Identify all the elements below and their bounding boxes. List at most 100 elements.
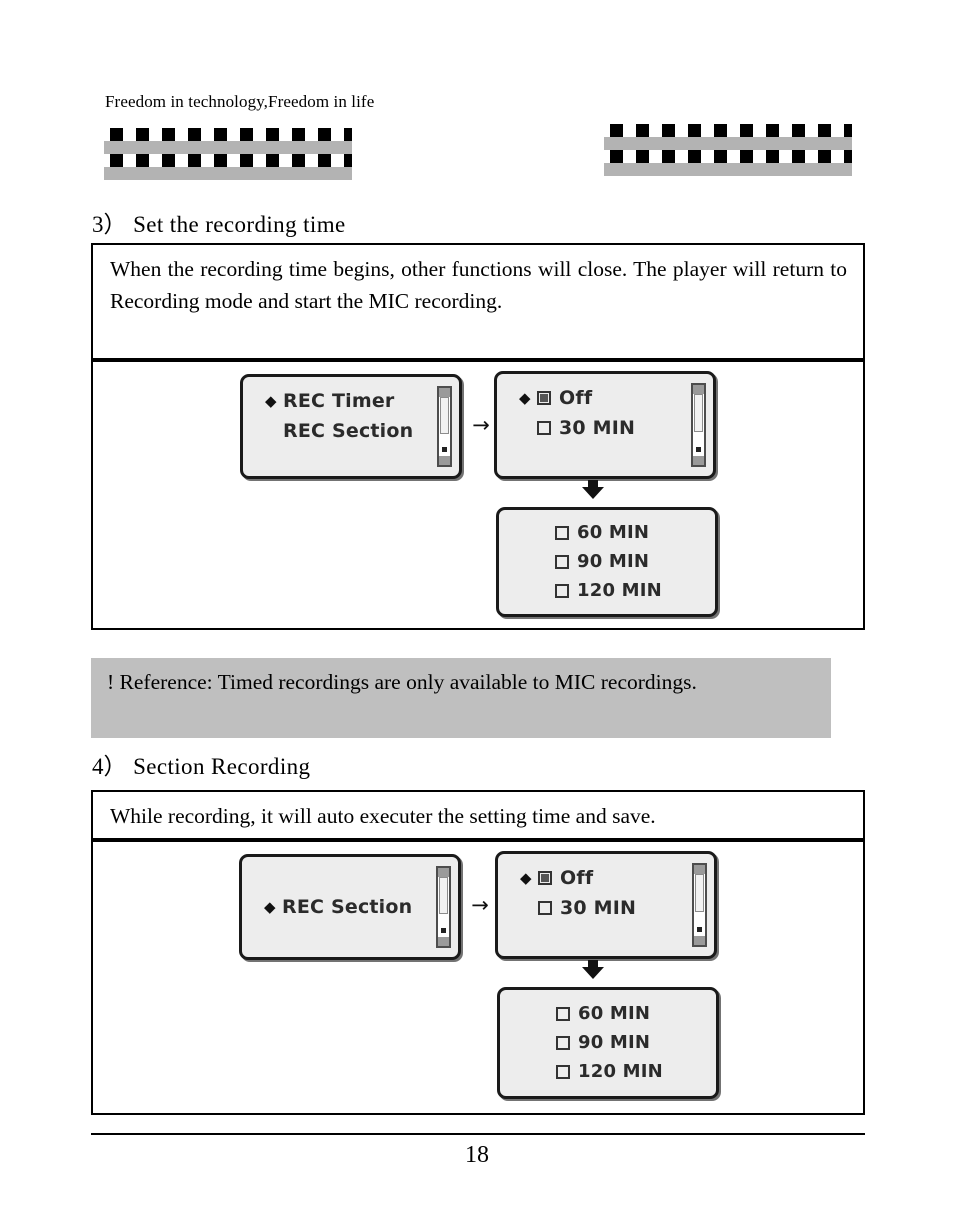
scroll-down-button[interactable] [439, 456, 450, 465]
scroll-track[interactable] [693, 394, 704, 456]
lcd-item-label: Off [559, 387, 593, 409]
checker-square [176, 141, 189, 154]
checkbox-unchecked-icon[interactable] [555, 554, 569, 569]
checker-square [306, 141, 319, 154]
checker-square [636, 150, 649, 163]
checker-square [293, 167, 306, 180]
scroll-thumb[interactable] [440, 397, 449, 434]
scroll-track[interactable] [439, 397, 450, 456]
checker-square [650, 163, 663, 176]
checker-square [754, 163, 767, 176]
lcd-line: ◆ Off [519, 383, 703, 413]
scroll-up-button[interactable] [438, 868, 449, 877]
scroll-track[interactable] [694, 874, 705, 936]
checker-square [818, 150, 831, 163]
lcd-line: 120 MIN [555, 576, 705, 605]
checker-square [162, 154, 175, 167]
checker-square [610, 150, 623, 163]
section-4-body: While recording, it will auto executer t… [110, 804, 656, 828]
checker-square [754, 137, 767, 150]
lcd-line: ◆ 30 MIN [520, 893, 704, 923]
checker-square [136, 128, 149, 141]
checker-square [806, 163, 819, 176]
checker-square [104, 167, 111, 180]
checker-square [741, 163, 754, 176]
checkbox-unchecked-icon[interactable] [555, 583, 569, 598]
checker-square [293, 141, 306, 154]
lcd-scrollbar[interactable] [692, 863, 707, 947]
checker-square [254, 141, 267, 154]
checker-row [104, 167, 352, 180]
checker-square [767, 137, 780, 150]
checker-square [266, 154, 279, 167]
checkbox-unchecked-icon[interactable] [556, 1064, 570, 1079]
checker-square [650, 137, 663, 150]
manual-page: Freedom in technology,Freedom in life 3）… [0, 0, 954, 1220]
checkbox-checked-icon[interactable] [537, 391, 551, 405]
checker-square [150, 141, 163, 154]
scroll-down-button[interactable] [438, 937, 449, 946]
lcd-item-label: REC Section [283, 420, 414, 442]
checker-square [624, 137, 637, 150]
section-paren-3: ） [103, 212, 127, 237]
checker-square [318, 128, 331, 141]
checker-square [228, 167, 241, 180]
scroll-down-button[interactable] [693, 456, 704, 465]
checker-square [845, 163, 852, 176]
checker-row [604, 124, 852, 137]
scroll-up-button[interactable] [439, 388, 450, 397]
scroll-thumb[interactable] [695, 874, 704, 913]
lcd-scrollbar[interactable] [437, 386, 452, 467]
selection-diamond-icon: ◆ [265, 391, 277, 410]
checker-square [241, 141, 254, 154]
section-title-4: Section Recording [133, 754, 311, 779]
checkbox-unchecked-icon[interactable] [538, 901, 552, 915]
checker-square [137, 141, 150, 154]
scroll-up-button[interactable] [693, 385, 704, 394]
checker-square [104, 141, 111, 154]
scroll-thumb[interactable] [439, 877, 448, 915]
section-3-body: When the recording time begins, other fu… [110, 257, 847, 313]
selection-diamond-placeholder-icon: ◆ [520, 901, 536, 916]
checker-square [110, 154, 123, 167]
checker-square [240, 128, 253, 141]
lcd-line: 120 MIN [556, 1057, 706, 1086]
checker-square [792, 124, 805, 137]
checker-square [215, 167, 228, 180]
lcd-line: 60 MIN [556, 999, 706, 1028]
scroll-down-button[interactable] [694, 936, 705, 945]
scroll-marker-icon [696, 447, 701, 452]
lcd-item-label: REC Section [282, 896, 413, 918]
lcd-scrollbar[interactable] [691, 383, 706, 467]
lcd-line: 90 MIN [555, 547, 705, 576]
checker-square [819, 163, 832, 176]
section-title-3: Set the recording time [133, 212, 346, 237]
scroll-up-button[interactable] [694, 865, 705, 874]
checker-square [280, 167, 293, 180]
lcd-line: ◆ REC Section [264, 892, 412, 922]
checkbox-unchecked-icon[interactable] [537, 421, 551, 435]
lcd-screen-options-3: ◆ Off ◆ 30 MIN [494, 371, 716, 479]
checker-square [214, 154, 227, 167]
checker-square [845, 137, 852, 150]
flow-arrow-right-icon: → [471, 893, 489, 917]
checker-square [344, 128, 352, 141]
lcd-content-4-options: ◆ Off ◆ 30 MIN [498, 854, 714, 956]
checker-square [766, 124, 779, 137]
checkbox-unchecked-icon[interactable] [556, 1006, 570, 1021]
reference-note: ! Reference: Timed recordings are only a… [91, 658, 831, 738]
checker-square [228, 141, 241, 154]
scroll-thumb[interactable] [694, 394, 703, 433]
checkbox-unchecked-icon[interactable] [555, 525, 569, 540]
checker-square [688, 150, 701, 163]
checker-square [689, 137, 702, 150]
checkbox-unchecked-icon[interactable] [556, 1035, 570, 1050]
checker-square [344, 154, 352, 167]
selection-diamond-icon: ◆ [520, 868, 532, 887]
scroll-track[interactable] [438, 877, 449, 937]
lcd-scrollbar[interactable] [436, 866, 451, 948]
checker-row [104, 141, 352, 154]
checkbox-checked-icon[interactable] [538, 871, 552, 885]
checker-square [715, 137, 728, 150]
checker-square [663, 163, 676, 176]
